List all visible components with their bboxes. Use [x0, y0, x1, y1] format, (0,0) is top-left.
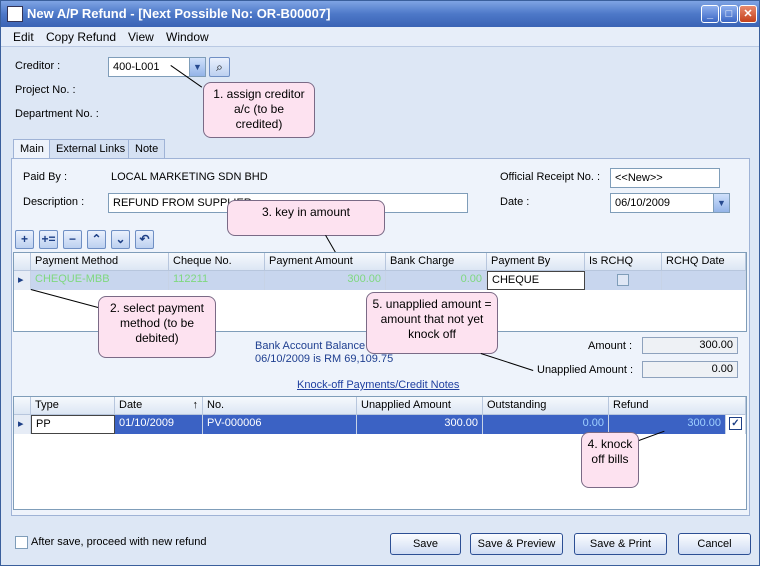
row-indicator-icon: ▸	[14, 415, 31, 434]
receipt-label: Official Receipt No. :	[500, 171, 601, 183]
col-payment-by[interactable]: Payment By	[487, 253, 585, 271]
move-down-button[interactable]: ⌄	[111, 230, 130, 249]
cell-no[interactable]: PV-000006	[203, 415, 357, 434]
insert-row-icon: +=	[41, 232, 56, 246]
save-button[interactable]: Save	[390, 533, 461, 555]
col-date-label: Date	[119, 399, 143, 411]
col-outstanding[interactable]: Outstanding	[483, 397, 609, 415]
menu-window[interactable]: Window	[166, 30, 209, 44]
move-up-button[interactable]: ⌃	[87, 230, 106, 249]
rchq-checkbox[interactable]	[617, 274, 629, 286]
window-title: New A/P Refund - [Next Possible No: OR-B…	[27, 6, 331, 21]
add-row-button[interactable]: +	[15, 230, 34, 249]
amount-field: 300.00	[642, 337, 738, 354]
col-refund[interactable]: Refund	[609, 397, 746, 415]
creditor-combo[interactable]: 400-L001 ▼	[108, 57, 206, 77]
receipt-field[interactable]: <<New>>	[610, 168, 720, 188]
check-icon: ✓	[729, 417, 742, 430]
col-no[interactable]: No.	[203, 397, 357, 415]
unapplied-field: 0.00	[642, 361, 738, 378]
proceed-new-refund-checkbox[interactable]	[15, 536, 28, 549]
creditor-label: Creditor :	[15, 60, 61, 72]
menu-bar: Edit Copy Refund View Window	[1, 27, 759, 47]
title-bar[interactable]: New A/P Refund - [Next Possible No: OR-B…	[1, 1, 759, 27]
cell-rchq-date[interactable]	[662, 271, 746, 290]
col-date[interactable]: Date ↑	[115, 397, 203, 415]
row-indicator-icon: ▸	[14, 271, 31, 290]
col-cheque-no[interactable]: Cheque No.	[169, 253, 265, 271]
save-preview-button[interactable]: Save & Preview	[470, 533, 563, 555]
search-icon: ⌕	[216, 60, 223, 74]
bank-balance-line1: Bank Account Balance	[255, 340, 366, 352]
department-label: Department No. :	[15, 108, 99, 120]
menu-copy-refund[interactable]: Copy Refund	[46, 30, 116, 44]
date-label: Date :	[500, 196, 530, 208]
callout-select-payment: 2. select payment method (to be debited)	[98, 296, 216, 358]
callout-assign-creditor: 1. assign creditor a/c (to be credited)	[203, 82, 315, 138]
cell-is-rchq[interactable]	[585, 271, 662, 290]
menu-view[interactable]: View	[128, 30, 154, 44]
refund-window: New A/P Refund - [Next Possible No: OR-B…	[0, 0, 760, 566]
knockoff-link[interactable]: Knock-off Payments/Credit Notes	[297, 379, 459, 391]
col-is-rchq[interactable]: Is RCHQ	[585, 253, 662, 271]
save-print-button[interactable]: Save & Print	[574, 533, 667, 555]
callout-unapplied-amount: 5. unapplied amount = amount that not ye…	[366, 292, 498, 354]
knockoff-checkbox[interactable]: ✓	[726, 415, 746, 434]
minus-icon: −	[68, 232, 76, 246]
insert-row-button[interactable]: +=	[39, 230, 58, 249]
chevron-down-icon[interactable]: ▼	[713, 194, 729, 212]
paid-by-value: LOCAL MARKETING SDN BHD	[111, 171, 268, 183]
description-label: Description :	[23, 196, 85, 208]
minimize-button[interactable]: _	[701, 5, 719, 23]
delete-row-button[interactable]: −	[63, 230, 82, 249]
plus-icon: +	[20, 232, 28, 246]
cell-type[interactable]: PP	[31, 415, 115, 434]
cell-payment-amount[interactable]: 300.00	[265, 271, 386, 290]
col-unapplied-amount[interactable]: Unapplied Amount	[357, 397, 483, 415]
callout-key-in-amount: 3. key in amount	[227, 200, 385, 236]
table-row[interactable]: ▸ CHEQUE-MBB 112211 300.00 0.00 CHEQUE	[14, 271, 746, 290]
col-rchq-date[interactable]: RCHQ Date	[662, 253, 746, 271]
sort-arrow-icon: ↑	[192, 399, 199, 411]
cancel-button[interactable]: Cancel	[678, 533, 751, 555]
cell-unapplied[interactable]: 300.00	[357, 415, 483, 434]
col-payment-amount[interactable]: Payment Amount	[265, 253, 386, 271]
tab-note[interactable]: Note	[128, 139, 166, 159]
amount-label: Amount :	[588, 340, 633, 352]
proceed-new-refund-label: After save, proceed with new refund	[31, 536, 207, 548]
menu-edit[interactable]: Edit	[13, 30, 34, 44]
cell-bank-charge[interactable]: 0.00	[386, 271, 487, 290]
close-button[interactable]: ✕	[739, 5, 757, 23]
cell-payment-method[interactable]: CHEQUE-MBB	[31, 271, 169, 290]
undo-icon: ↶	[139, 232, 150, 246]
creditor-value: 400-L001	[113, 61, 160, 73]
unapplied-label: Unapplied Amount :	[537, 364, 634, 376]
app-icon	[7, 6, 23, 22]
cell-cheque-no[interactable]: 112211	[169, 271, 265, 290]
row-header-corner	[14, 253, 31, 271]
date-picker[interactable]: 06/10/2009 ▼	[610, 193, 730, 213]
bank-balance-line2: 06/10/2009 is RM 69,109.75	[255, 353, 394, 365]
chevron-down-icon[interactable]: ▼	[189, 58, 205, 76]
project-label: Project No. :	[15, 84, 76, 96]
col-payment-method[interactable]: Payment Method	[31, 253, 169, 271]
col-type[interactable]: Type	[31, 397, 115, 415]
cell-date[interactable]: 01/10/2009	[115, 415, 203, 434]
tab-external-links[interactable]: External Links	[49, 139, 133, 159]
tab-main[interactable]: Main	[13, 139, 51, 160]
search-creditor-button[interactable]: ⌕	[209, 57, 230, 77]
arrow-down-icon: ⌄	[115, 232, 126, 246]
arrow-up-icon: ⌃	[91, 232, 102, 246]
maximize-button[interactable]: □	[720, 5, 738, 23]
table-row[interactable]: ▸ PP 01/10/2009 PV-000006 300.00 0.00 30…	[14, 415, 746, 434]
undo-button[interactable]: ↶	[135, 230, 154, 249]
cell-payment-by[interactable]: CHEQUE	[487, 271, 585, 290]
paid-by-label: Paid By :	[23, 171, 68, 183]
row-header-corner	[14, 397, 31, 415]
col-bank-charge[interactable]: Bank Charge	[386, 253, 487, 271]
date-value: 06/10/2009	[615, 197, 671, 209]
callout-knock-off-bills: 4. knock off bills	[581, 432, 639, 488]
